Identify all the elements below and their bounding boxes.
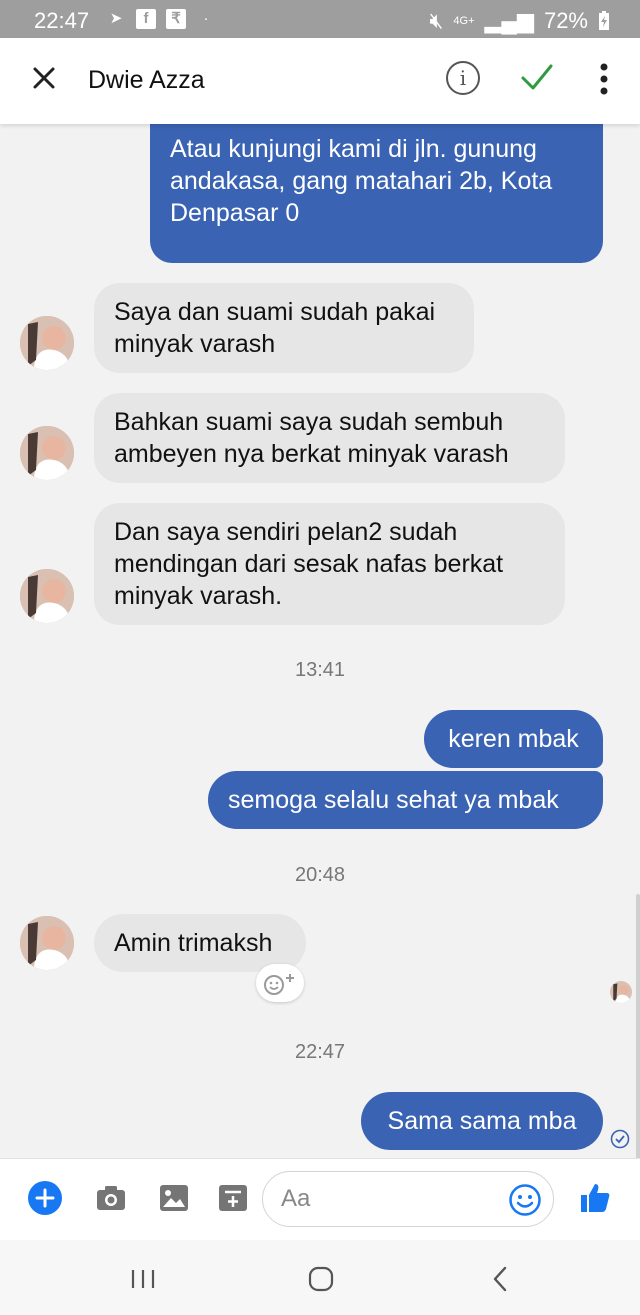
camera-icon[interactable]	[94, 1181, 128, 1215]
info-icon[interactable]: i	[446, 61, 480, 95]
timestamp: 22:47	[294, 1041, 346, 1063]
close-icon[interactable]	[28, 62, 60, 94]
system-navigation-bar	[0, 1240, 640, 1315]
contact-name: Dwie Azza	[88, 66, 205, 94]
conversation-header: Dwie Azza i	[0, 38, 640, 124]
app-icon: ₹	[166, 9, 186, 29]
incoming-message: Saya dan suami sudah pakai minyak varash	[94, 283, 474, 373]
dot-icon: ·	[203, 10, 209, 27]
like-thumb-icon[interactable]	[578, 1181, 612, 1215]
contact-avatar[interactable]	[20, 426, 74, 480]
gallery-icon[interactable]	[157, 1181, 191, 1215]
outgoing-message: Sama sama mba	[361, 1092, 603, 1150]
mute-icon: 🔇︎	[429, 8, 444, 33]
signal-icon: ▂▄▆	[484, 8, 534, 33]
emoji-icon[interactable]	[508, 1183, 542, 1217]
timestamp: 13:41	[294, 659, 346, 681]
seen-avatar	[610, 981, 632, 1003]
navigation-arrow-icon: ➤	[109, 10, 123, 27]
battery-icon	[599, 11, 609, 30]
plus-icon[interactable]	[28, 1181, 62, 1215]
contact-avatar[interactable]	[20, 316, 74, 370]
status-time: 22:47	[34, 8, 90, 33]
incoming-message: Dan saya sendiri pelan2 sudah mendingan …	[94, 503, 565, 625]
timestamp: 20:48	[294, 864, 346, 886]
message-thread[interactable]: Atau kunjungi kami di jln. gunung andaka…	[0, 124, 640, 1158]
more-options-icon[interactable]	[598, 62, 610, 96]
outgoing-message: semoga selalu sehat ya mbak	[208, 771, 603, 829]
incoming-message: Bahkan suami saya sudah sembuh ambeyen n…	[94, 393, 565, 483]
add-reaction-icon	[264, 974, 294, 995]
home-icon[interactable]	[306, 1264, 336, 1294]
outgoing-message: keren mbak	[424, 710, 603, 768]
contact-avatar[interactable]	[20, 569, 74, 623]
outgoing-message: Atau kunjungi kami di jln. gunung andaka…	[150, 124, 603, 263]
add-reaction-button[interactable]	[256, 964, 304, 1002]
battery-percent: 72%	[543, 8, 588, 33]
facebook-icon: f	[136, 9, 156, 29]
message-input-placeholder: Aa	[281, 1185, 311, 1212]
message-composer: Aa	[0, 1158, 640, 1241]
checkmark-icon[interactable]	[520, 62, 554, 92]
delivered-check-icon	[610, 1129, 630, 1149]
network-type: 4G+	[453, 15, 475, 27]
notification-icons: ➤ f ₹ ·	[106, 9, 216, 29]
scrollbar[interactable]	[636, 894, 640, 1158]
sticker-gif-icon[interactable]	[216, 1181, 250, 1215]
recent-apps-icon[interactable]	[128, 1264, 158, 1294]
status-bar: 22:47 ➤ f ₹ · 🔇︎ 4G+ ▂▄▆ 72%	[0, 0, 640, 38]
contact-avatar[interactable]	[20, 916, 74, 970]
back-icon[interactable]	[486, 1264, 516, 1294]
system-icons: 🔇︎ 4G+ ▂▄▆ 72%	[430, 8, 610, 34]
